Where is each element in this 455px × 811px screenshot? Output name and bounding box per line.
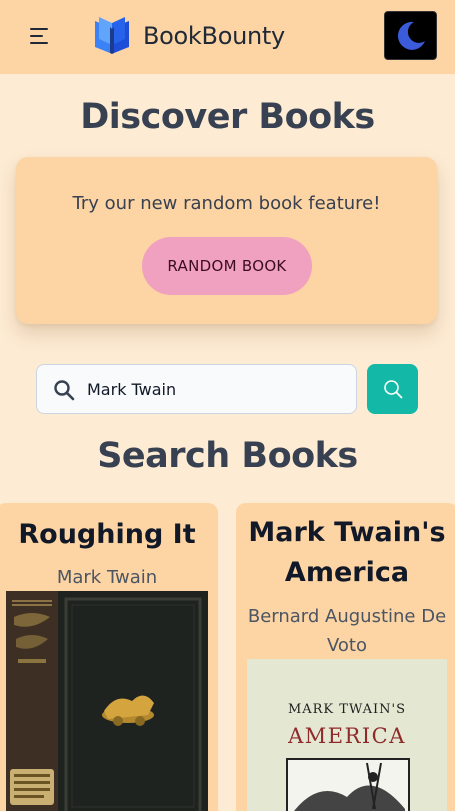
svg-text:MARK TWAIN'S: MARK TWAIN'S — [288, 702, 406, 717]
hamburger-menu-icon[interactable] — [26, 24, 52, 48]
search-box[interactable] — [36, 364, 357, 414]
search-icon — [383, 380, 402, 399]
open-book-logo-icon[interactable] — [93, 15, 131, 55]
book-author: Bernard Augustine De Voto — [247, 606, 447, 656]
discover-title: Discover Books — [80, 97, 375, 137]
book-card[interactable]: Roughing It Mark Twain — [0, 503, 218, 811]
svg-text:AMERICA: AMERICA — [287, 724, 406, 748]
book-title[interactable]: Roughing It — [0, 515, 218, 555]
search-button[interactable] — [367, 364, 418, 414]
random-book-promo-card: Try our new random book feature! RANDOM … — [16, 157, 437, 324]
promo-text: Try our new random book feature! — [72, 193, 381, 214]
theme-toggle-button[interactable] — [384, 11, 437, 60]
book-title[interactable]: Mark Twain's America — [236, 513, 455, 593]
brand-name[interactable]: BookBounty — [143, 22, 285, 50]
random-book-button[interactable]: RANDOM BOOK — [142, 237, 312, 295]
book-author: Mark Twain — [56, 567, 158, 588]
book-cover-image[interactable]: MARK TWAIN'S AMERICA — [247, 659, 447, 811]
moon-icon — [397, 21, 425, 50]
book-cover-image[interactable] — [6, 591, 208, 811]
book-card[interactable]: Mark Twain's America Bernard Augustine D… — [236, 503, 455, 811]
search-input[interactable] — [87, 365, 347, 413]
search-icon — [54, 380, 75, 401]
search-results-title: Search Books — [97, 436, 358, 476]
app-header: BookBounty — [0, 0, 455, 74]
